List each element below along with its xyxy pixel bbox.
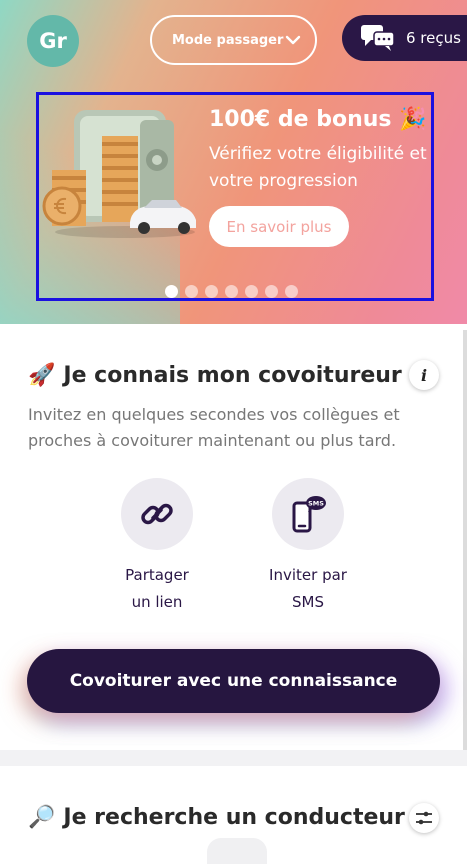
share-link-action[interactable]: Partager un lien <box>97 478 217 616</box>
link-icon <box>141 503 173 525</box>
bottom-sheet-handle[interactable] <box>207 838 267 864</box>
magnifier-icon: 🔎 <box>28 805 56 830</box>
invite-sms-label-line1: Inviter par <box>269 566 347 584</box>
promo-banner[interactable] <box>36 92 434 301</box>
rocket-icon: 🚀 <box>28 363 56 388</box>
invite-sms-action[interactable]: SMS Inviter par SMS <box>248 478 368 616</box>
share-link-button[interactable] <box>121 478 193 550</box>
section-title: Je recherche un conducteur <box>63 805 405 830</box>
chevron-down-icon <box>285 35 301 45</box>
carousel-dot[interactable] <box>285 285 298 298</box>
chat-bubbles-icon <box>361 25 395 51</box>
carousel-dot[interactable] <box>245 285 258 298</box>
sliders-icon <box>416 811 432 825</box>
carousel-dots <box>165 285 298 298</box>
received-messages-button[interactable]: 6 reçus <box>342 15 467 61</box>
section-title: Je connais mon covoitureur <box>63 363 402 388</box>
carousel-dot[interactable] <box>165 285 178 298</box>
share-link-label-line2: un lien <box>131 593 183 611</box>
avatar[interactable]: Gr <box>27 15 79 67</box>
known-carpooler-description: Invitez en quelques secondes vos collègu… <box>28 405 400 450</box>
carousel-dot[interactable] <box>185 285 198 298</box>
search-driver-title: 🔎 Je recherche un conducteur <box>28 805 405 830</box>
share-link-label: Partager un lien <box>97 562 217 616</box>
phone-sms-icon: SMS <box>292 496 326 533</box>
scroll-edge <box>463 330 467 750</box>
share-link-label-line1: Partager <box>125 566 189 584</box>
carousel-dot[interactable] <box>265 285 278 298</box>
carousel-dot[interactable] <box>205 285 218 298</box>
carpool-with-acquaintance-button[interactable]: Covoiturer avec une connaissance <box>27 649 440 713</box>
filter-button[interactable] <box>409 803 439 833</box>
invite-sms-label: Inviter par SMS <box>248 562 368 616</box>
info-icon[interactable]: i <box>409 360 439 390</box>
sms-badge-text: SMS <box>308 500 324 508</box>
received-count-label: 6 reçus <box>406 29 461 47</box>
invite-sms-button[interactable]: SMS <box>272 478 344 550</box>
carousel-dot[interactable] <box>225 285 238 298</box>
invite-sms-label-line2: SMS <box>292 593 324 611</box>
mode-switch-button[interactable]: Mode passager <box>150 15 317 65</box>
known-carpooler-title: 🚀 Je connais mon covoitureur <box>28 363 402 388</box>
mode-label: Mode passager <box>172 32 284 48</box>
